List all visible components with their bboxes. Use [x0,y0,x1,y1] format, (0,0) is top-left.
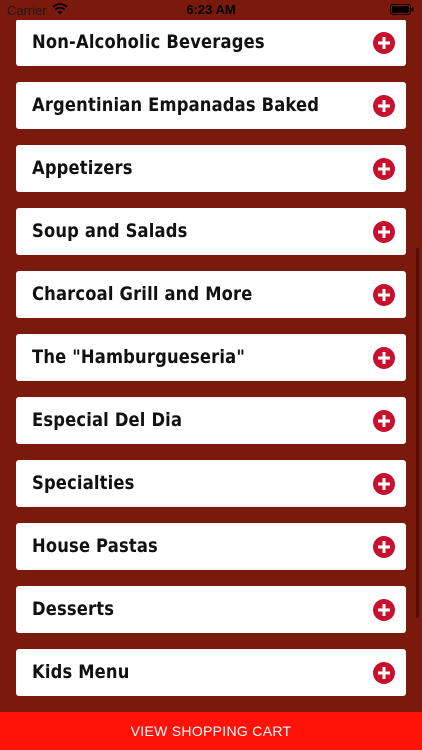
menu-category-label: Soup and Salads [32,220,188,242]
view-shopping-cart-button[interactable]: VIEW SHOPPING CART [0,712,422,750]
menu-category-label: Non-Alcoholic Beverages [32,31,265,53]
menu-category-item[interactable]: Especial Del Dia [16,397,406,444]
menu-category-label: Charcoal Grill and More [32,283,253,305]
clock-label: 6:23 AM [186,2,236,17]
menu-category-item[interactable]: Soup and Salads [16,208,406,255]
plus-circle-icon[interactable] [373,662,395,684]
menu-category-item[interactable]: The "Hamburgueseria" [16,334,406,381]
menu-category-item[interactable]: Non-Alcoholic Beverages [16,19,406,66]
menu-category-item[interactable]: Appetizers [16,145,406,192]
menu-category-item[interactable]: Kids Menu [16,649,406,696]
plus-circle-icon[interactable] [373,95,395,117]
menu-category-list[interactable]: Non-Alcoholic Beverages Argentinian Empa… [0,0,422,712]
menu-category-item[interactable]: Desserts [16,586,406,633]
plus-circle-icon[interactable] [373,473,395,495]
plus-circle-icon[interactable] [373,32,395,54]
menu-category-label: Appetizers [32,157,133,179]
status-bar: Carrier 6:23 AM [0,0,422,20]
menu-category-label: The "Hamburgueseria" [32,346,246,368]
menu-category-label: Desserts [32,598,115,620]
menu-category-item[interactable]: House Pastas [16,523,406,570]
menu-category-label: Kids Menu [32,661,130,683]
plus-circle-icon[interactable] [373,284,395,306]
menu-category-item[interactable]: Argentinian Empanadas Baked [16,82,406,129]
plus-circle-icon[interactable] [373,599,395,621]
menu-category-label: Argentinian Empanadas Baked [32,94,320,116]
menu-category-label: Specialties [32,472,135,494]
plus-circle-icon[interactable] [373,410,395,432]
menu-category-item[interactable]: Specialties [16,460,406,507]
scroll-indicator[interactable] [416,248,419,618]
battery-icon [390,4,414,15]
plus-circle-icon[interactable] [373,221,395,243]
plus-circle-icon[interactable] [373,158,395,180]
plus-circle-icon[interactable] [373,536,395,558]
menu-category-label: House Pastas [32,535,158,557]
menu-category-item[interactable]: Charcoal Grill and More [16,271,406,318]
plus-circle-icon[interactable] [373,347,395,369]
menu-category-label: Especial Del Dia [32,409,183,431]
